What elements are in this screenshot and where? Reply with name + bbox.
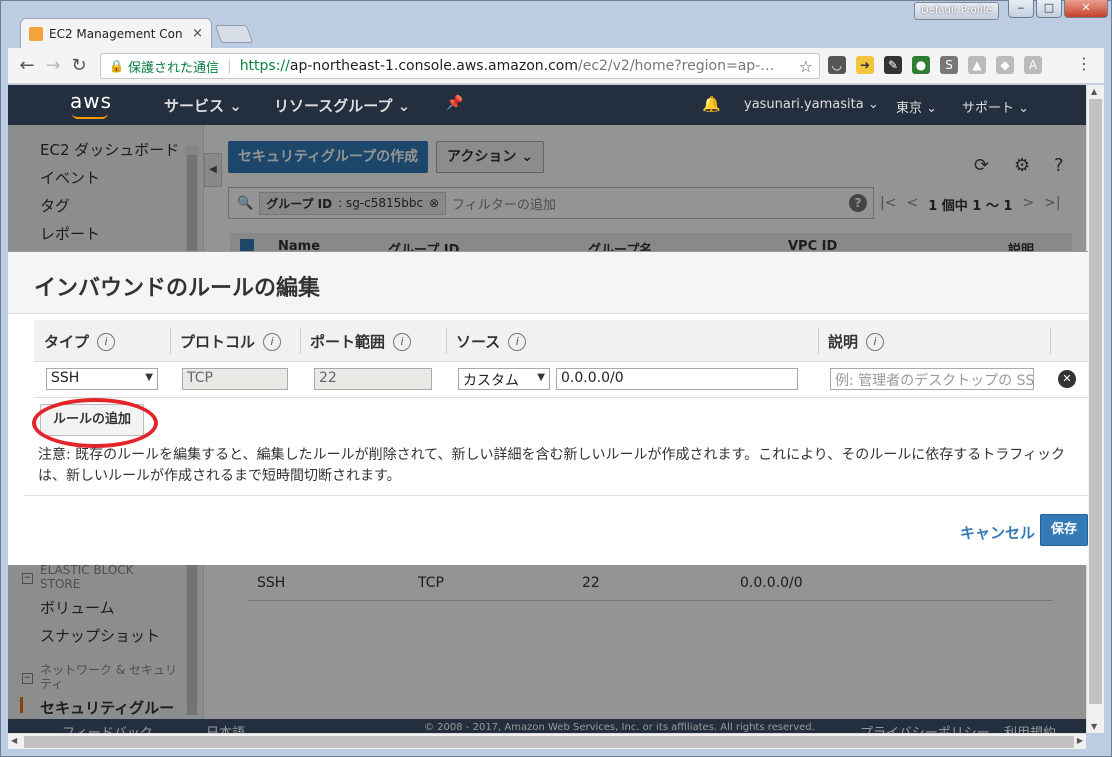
url-host: ap-northeast-1.console.aws.amazon.com: [289, 58, 578, 74]
notification-bell-icon[interactable]: 🔔: [702, 95, 721, 113]
header-description: 説明 i: [828, 331, 885, 352]
edit-inbound-rules-modal: インバウンドのルールの編集 タイプ i プロトコル i ポート範囲 i ソース i 説明…: [8, 251, 1088, 565]
save-button[interactable]: 保存: [1040, 514, 1088, 546]
divider: |: [226, 58, 232, 74]
support-menu[interactable]: サポート ⌄: [962, 97, 1029, 116]
header-protocol-label: プロトコル: [180, 333, 256, 351]
type-select[interactable]: SSH ▼: [46, 368, 158, 390]
remove-rule-icon[interactable]: ✕: [1058, 370, 1076, 388]
aws-top-nav: aws サービス ⌄ リソースグループ ⌄ 📌 🔔 yasunari.yamas…: [8, 85, 1086, 125]
header-port-label: ポート範囲: [310, 333, 386, 351]
scroll-down-icon[interactable]: ▼: [1091, 722, 1097, 731]
protocol-field: TCP: [182, 368, 288, 390]
back-button[interactable]: ←: [14, 55, 40, 76]
aws-logo-smile: [72, 113, 108, 119]
edit-warning-note: 注意: 既存のルールを編集すると、編集したルールが削除されて、新しい詳細を含む新…: [38, 447, 1065, 484]
header-source-label: ソース: [456, 333, 501, 351]
forward-button[interactable]: →: [40, 55, 66, 76]
extension-badge-icon[interactable]: ●: [912, 56, 930, 74]
info-icon[interactable]: i: [263, 332, 282, 351]
scroll-left-icon[interactable]: ◀: [11, 736, 17, 745]
pin-icon[interactable]: 📌: [446, 95, 463, 111]
url-protocol: https://: [239, 58, 290, 74]
region-menu[interactable]: 東京 ⌄: [896, 97, 937, 116]
evernote-icon[interactable]: ✎: [884, 56, 902, 74]
rules-table-header: タイプ i プロトコル i ポート範囲 i ソース i 説明 i: [34, 320, 1088, 362]
info-icon[interactable]: i: [866, 332, 885, 351]
dropbox-icon[interactable]: ◆: [996, 56, 1014, 74]
privacy-link[interactable]: プライバシーポリシー: [860, 722, 990, 733]
tab-title: EC2 Management Con: [49, 26, 183, 41]
divider: [24, 495, 1088, 496]
bookmark-star-icon[interactable]: ☆: [799, 57, 813, 76]
cancel-button[interactable]: キャンセル: [960, 522, 1035, 543]
header-type-label: タイプ: [44, 333, 90, 351]
services-menu[interactable]: サービス ⌄: [164, 95, 242, 116]
pocket-icon[interactable]: ◡: [828, 56, 846, 74]
copyright: © 2008 - 2017, Amazon Web Services, Inc.…: [424, 722, 815, 733]
chevron-down-icon: ▼: [145, 372, 153, 383]
browser-menu-icon[interactable]: ⋮: [1076, 54, 1092, 73]
horizontal-scroll-thumb[interactable]: [24, 736, 1074, 748]
reload-button[interactable]: ↻: [66, 55, 92, 76]
aws-logo[interactable]: aws: [70, 89, 112, 113]
terms-link[interactable]: 利用規約: [1004, 722, 1056, 733]
extension-icons: ◡ ➜ ✎ ● S ▲ ◆ A: [828, 56, 1042, 74]
user-menu[interactable]: yasunari.yamasita ⌄: [744, 97, 879, 112]
feedback-link[interactable]: フィードバック: [62, 722, 153, 733]
type-select-value: SSH: [51, 370, 80, 386]
browser-toolbar: ← → ↻ 🔒 保護された通信 | https:// ap-northeast-…: [8, 48, 1104, 84]
header-description-label: 説明: [828, 333, 859, 351]
pdf-icon[interactable]: A: [1024, 56, 1042, 74]
port-range-field: 22: [314, 368, 432, 390]
source-type-value: カスタム: [463, 373, 519, 389]
aws-favicon-icon: [29, 26, 43, 41]
window-controls: ‒ □ ✕: [1008, 0, 1108, 18]
new-tab-button[interactable]: [214, 25, 254, 43]
url-path: /ec2/v2/home?region=ap-…: [578, 58, 775, 74]
browser-tab[interactable]: EC2 Management Con ×: [20, 18, 212, 48]
source-cidr-input[interactable]: 0.0.0.0/0: [556, 368, 798, 390]
s-extension-icon[interactable]: S: [940, 56, 958, 74]
header-source: ソース i: [456, 331, 527, 352]
rule-row: SSH ▼ TCP 22 カスタム ▼ 0.0.0.0/0 例: 管理者のデスク…: [34, 362, 1088, 398]
divider: [1050, 328, 1051, 354]
modal-header: インバウンドのルールの編集: [8, 252, 1088, 314]
address-bar[interactable]: 🔒 保護された通信 | https:// ap-northeast-1.cons…: [100, 53, 820, 79]
header-protocol: プロトコル i: [180, 331, 282, 352]
header-type: タイプ i: [44, 331, 116, 352]
extension-icon[interactable]: ➜: [856, 56, 874, 74]
page-horizontal-scrollbar[interactable]: ◀ ▶: [8, 733, 1086, 749]
minimize-button[interactable]: ‒: [1008, 0, 1034, 18]
page-vertical-scrollbar[interactable]: ▲ ▼: [1086, 85, 1104, 733]
vertical-scroll-thumb[interactable]: [1089, 99, 1102, 704]
scroll-right-icon[interactable]: ▶: [1077, 736, 1083, 745]
info-icon[interactable]: i: [393, 332, 412, 351]
divider: [818, 328, 819, 354]
add-rule-button[interactable]: ルールの追加: [40, 404, 144, 436]
description-input[interactable]: 例: 管理者のデスクトップの SSH: [830, 368, 1034, 390]
chevron-down-icon: ▼: [537, 372, 545, 383]
tab-close-icon[interactable]: ×: [192, 26, 203, 41]
language-selector[interactable]: 日本語: [206, 722, 245, 733]
divider: [300, 328, 301, 354]
info-icon[interactable]: i: [97, 332, 116, 351]
lock-icon: 🔒: [109, 59, 124, 73]
maximize-button[interactable]: □: [1036, 0, 1062, 18]
scroll-up-icon[interactable]: ▲: [1091, 87, 1097, 96]
source-type-select[interactable]: カスタム ▼: [458, 368, 550, 390]
modal-title: インバウンドのルールの編集: [34, 276, 321, 301]
resource-groups-menu[interactable]: リソースグループ ⌄: [274, 95, 410, 116]
drive-icon[interactable]: ▲: [968, 56, 986, 74]
divider: [170, 328, 171, 354]
profile-button[interactable]: Default Profile: [914, 2, 999, 20]
divider: [446, 328, 447, 354]
aws-footer: フィードバック 日本語 © 2008 - 2017, Amazon Web Se…: [8, 719, 1086, 733]
info-icon[interactable]: i: [508, 332, 527, 351]
secure-label: 保護された通信: [127, 60, 219, 76]
close-window-button[interactable]: ✕: [1064, 0, 1108, 18]
header-port-range: ポート範囲 i: [310, 331, 412, 352]
